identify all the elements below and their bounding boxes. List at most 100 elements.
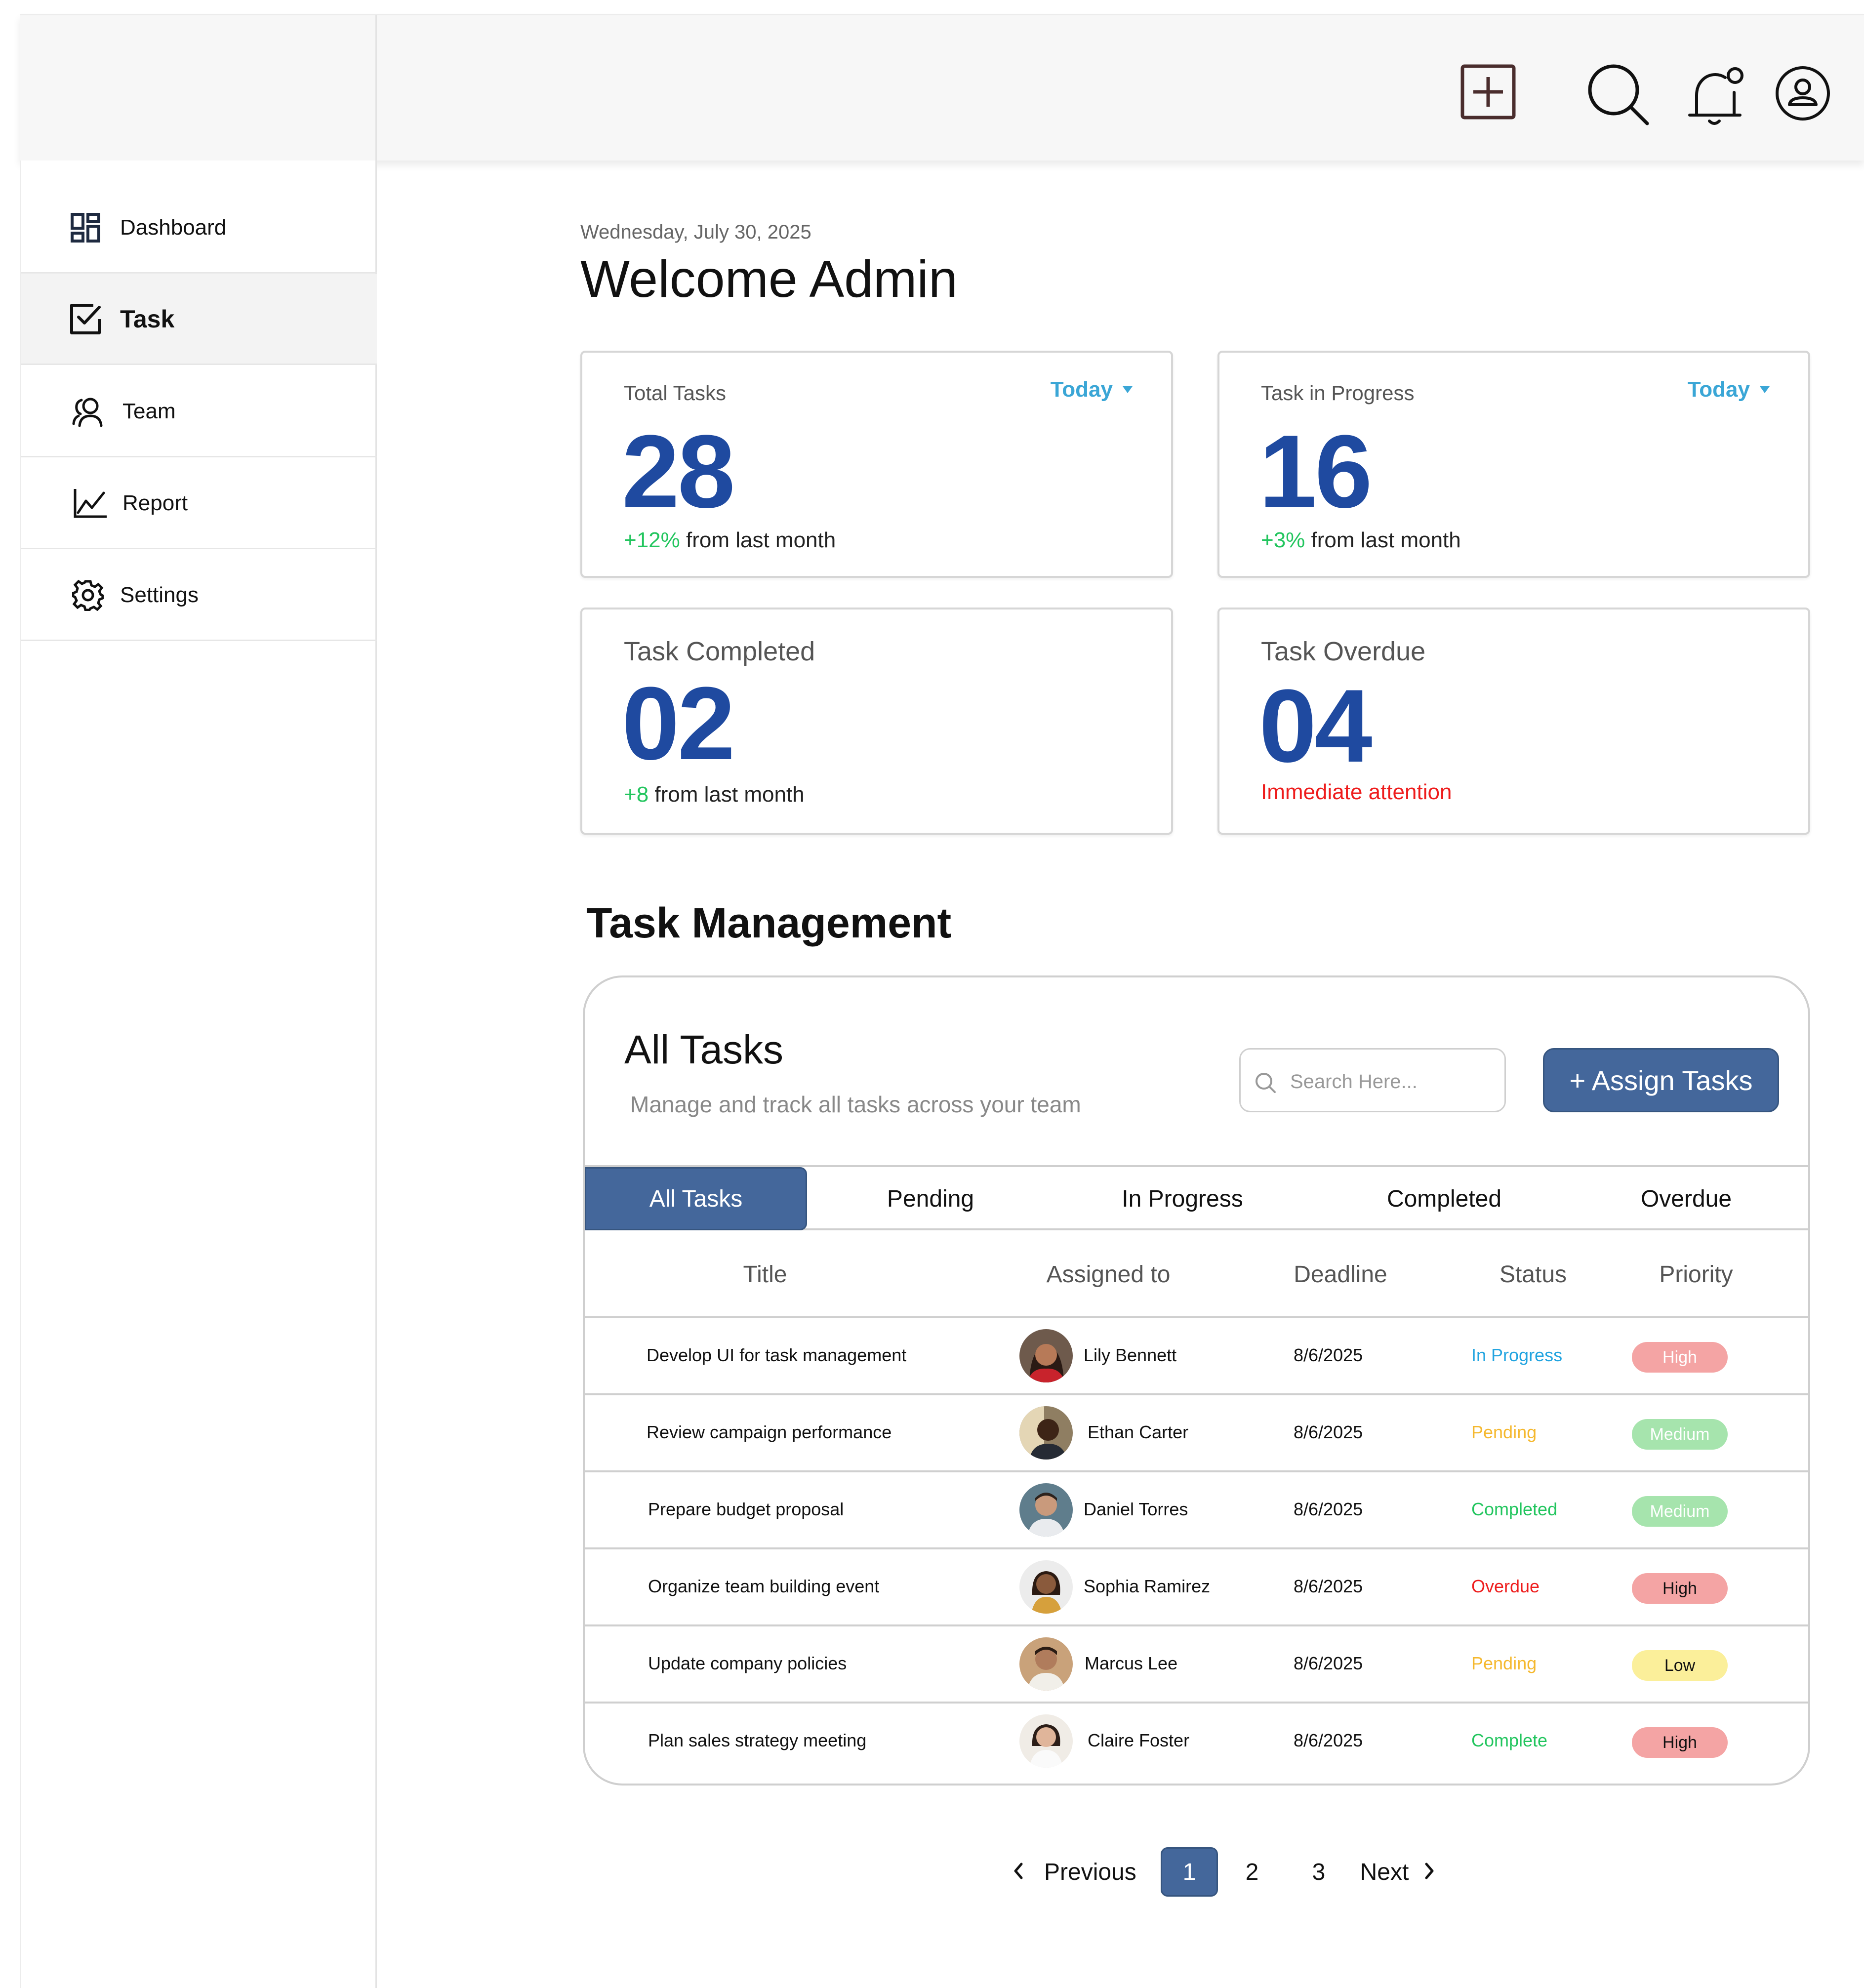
- table-row[interactable]: Review campaign performance Ethan Carter…: [585, 1395, 1808, 1472]
- sidebar-item-label: Task: [120, 305, 175, 333]
- sidebar-item-settings[interactable]: Settings: [21, 550, 377, 641]
- sidebar-item-label: Report: [122, 490, 188, 515]
- period-dropdown[interactable]: Today: [1688, 377, 1770, 402]
- user-profile-icon[interactable]: [1773, 64, 1832, 123]
- stat-alert: Immediate attention: [1261, 780, 1452, 804]
- current-date: Wednesday, July 30, 2025: [580, 221, 811, 243]
- previous-page-button[interactable]: Previous: [1013, 1847, 1151, 1897]
- stat-card-overdue: Task Overdue 04 Immediate attention: [1217, 608, 1810, 835]
- deadline: 8/6/2025: [1294, 1730, 1363, 1750]
- sidebar-item-report[interactable]: Report: [21, 458, 377, 549]
- chevron-right-icon: [1423, 1859, 1435, 1886]
- assignee-name: Marcus Lee: [1085, 1653, 1178, 1673]
- tab-in-progress[interactable]: In Progress: [1094, 1167, 1271, 1230]
- stat-change: +3% from last month: [1261, 528, 1461, 553]
- period-dropdown[interactable]: Today: [1051, 377, 1133, 402]
- team-icon: [71, 394, 105, 429]
- assignee-name: Claire Foster: [1088, 1730, 1190, 1750]
- assign-tasks-button[interactable]: + Assign Tasks: [1543, 1048, 1779, 1112]
- stat-value: 28: [622, 413, 735, 529]
- top-bar: [20, 14, 1864, 162]
- panel-title: All Tasks: [624, 1027, 784, 1072]
- status-text: Complete: [1471, 1730, 1548, 1750]
- sidebar-item-label: Team: [122, 399, 176, 423]
- sidebar-item-task[interactable]: Task: [21, 274, 377, 365]
- assignee-name: Lily Bennett: [1084, 1345, 1177, 1365]
- stat-value: 02: [622, 665, 735, 781]
- priority-badge: High: [1632, 1342, 1728, 1373]
- sidebar: Dashboard Task Team Report Settings: [20, 161, 377, 1988]
- column-header-assigned: Assigned to: [1046, 1261, 1171, 1288]
- avatar: [1019, 1406, 1073, 1460]
- assignee-name: Sophia Ramirez: [1084, 1576, 1211, 1596]
- assignee-name: Daniel Torres: [1084, 1499, 1188, 1519]
- stat-label: Task Overdue: [1261, 637, 1426, 666]
- tasks-panel: All Tasks Manage and track all tasks acr…: [583, 975, 1810, 1785]
- search-icon: [1255, 1072, 1276, 1096]
- next-label: Next: [1360, 1859, 1409, 1885]
- search-box[interactable]: [1239, 1048, 1506, 1112]
- section-title: Task Management: [586, 899, 952, 947]
- task-filter-tabs: All Tasks Pending In Progress Completed …: [585, 1165, 1808, 1230]
- stat-change: +12% from last month: [624, 528, 836, 553]
- table-row[interactable]: Organize team building event Sophia Rami…: [585, 1549, 1808, 1626]
- deadline: 8/6/2025: [1294, 1422, 1363, 1442]
- avatar: [1019, 1483, 1073, 1537]
- priority-badge: Low: [1632, 1650, 1728, 1681]
- table-row[interactable]: Develop UI for task management Lily Benn…: [585, 1318, 1808, 1395]
- previous-label: Previous: [1044, 1859, 1136, 1885]
- deadline: 8/6/2025: [1294, 1653, 1363, 1673]
- dashboard-icon: [68, 210, 103, 245]
- status-text: Completed: [1471, 1499, 1558, 1519]
- stat-delta-note: from last month: [1305, 528, 1461, 552]
- stat-delta: +3%: [1261, 528, 1305, 552]
- status-text: Pending: [1471, 1422, 1537, 1442]
- stat-delta-note: from last month: [680, 528, 836, 552]
- column-header-title: Title: [743, 1261, 787, 1288]
- stat-delta: +12%: [624, 528, 680, 552]
- page-title: Welcome Admin: [580, 250, 958, 308]
- dropdown-label: Today: [1687, 377, 1750, 402]
- page-button-1[interactable]: 1: [1161, 1847, 1218, 1897]
- tab-pending[interactable]: Pending: [856, 1167, 1005, 1230]
- sidebar-item-team[interactable]: Team: [21, 366, 377, 457]
- task-title: Prepare budget proposal: [648, 1499, 844, 1519]
- panel-subtitle: Manage and track all tasks across your t…: [630, 1092, 1081, 1117]
- search-icon[interactable]: [1583, 60, 1653, 129]
- table-row[interactable]: Prepare budget proposal Daniel Torres 8/…: [585, 1472, 1808, 1549]
- pagination: Previous 1 2 3 Next: [0, 1847, 1864, 1897]
- stat-change: +8 from last month: [624, 782, 805, 807]
- caret-down-icon: [1123, 386, 1133, 393]
- stat-card-in-progress: Task in Progress Today 16 +3% from last …: [1217, 351, 1810, 578]
- task-title: Review campaign performance: [647, 1422, 892, 1442]
- tab-all-tasks[interactable]: All Tasks: [585, 1167, 807, 1230]
- stat-delta: +8: [624, 782, 649, 807]
- page-button-2[interactable]: 2: [1230, 1847, 1274, 1897]
- table-row[interactable]: Update company policies Marcus Lee 8/6/2…: [585, 1626, 1808, 1704]
- deadline: 8/6/2025: [1294, 1576, 1363, 1596]
- task-checkbox-icon: [68, 302, 103, 336]
- add-icon[interactable]: [1456, 60, 1520, 124]
- task-title: Develop UI for task management: [647, 1345, 907, 1365]
- chart-line-icon: [73, 486, 108, 521]
- dropdown-label: Today: [1050, 377, 1113, 402]
- task-title: Update company policies: [648, 1653, 847, 1673]
- search-input[interactable]: [1290, 1064, 1498, 1099]
- sidebar-item-dashboard[interactable]: Dashboard: [21, 183, 377, 274]
- tab-completed[interactable]: Completed: [1355, 1167, 1533, 1230]
- status-text: Overdue: [1471, 1576, 1540, 1596]
- stat-label: Task Completed: [624, 637, 815, 666]
- logo-area: [20, 15, 377, 162]
- sidebar-item-label: Dashboard: [120, 215, 227, 240]
- sidebar-item-label: Settings: [120, 582, 199, 607]
- notification-bell-icon[interactable]: [1684, 62, 1748, 131]
- priority-badge: Medium: [1632, 1496, 1728, 1527]
- table-row[interactable]: Plan sales strategy meeting Claire Foste…: [585, 1704, 1808, 1781]
- tab-overdue[interactable]: Overdue: [1612, 1167, 1760, 1230]
- avatar: [1019, 1714, 1073, 1768]
- stat-card-completed: Task Completed 02 +8 from last month: [580, 608, 1173, 835]
- next-page-button[interactable]: Next: [1353, 1847, 1442, 1897]
- task-title: Plan sales strategy meeting: [648, 1730, 867, 1750]
- page-button-3[interactable]: 3: [1297, 1847, 1341, 1897]
- column-header-priority: Priority: [1659, 1261, 1733, 1288]
